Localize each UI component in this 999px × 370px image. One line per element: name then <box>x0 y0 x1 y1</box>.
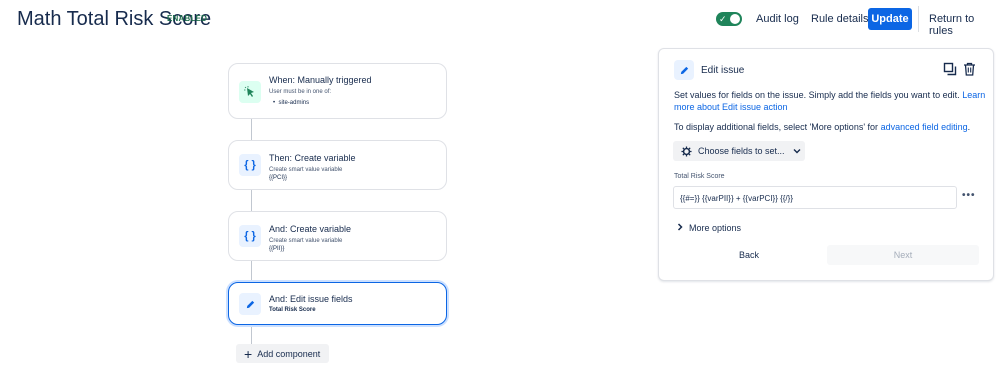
braces-icon: { } <box>239 225 261 247</box>
hint-text: To display additional fields, select 'Mo… <box>674 122 879 132</box>
check-icon: ✓ <box>719 14 727 24</box>
create-variable-node[interactable]: { } And: Create variable Create smart va… <box>228 211 447 261</box>
chevron-down-icon <box>793 148 801 154</box>
pencil-icon <box>239 293 261 315</box>
create-variable-node[interactable]: { } Then: Create variable Create smart v… <box>228 140 447 190</box>
node-value: {{PII}} <box>269 246 285 252</box>
return-to-rules-link[interactable]: Return to rules <box>929 13 999 37</box>
next-button[interactable]: Next <box>827 245 979 265</box>
field-label: Total Risk Score <box>674 173 725 180</box>
flow-connector <box>251 261 252 282</box>
rule-enabled-toggle[interactable]: ✓ <box>716 12 742 26</box>
panel-title: Edit issue <box>701 65 745 76</box>
audit-log-link[interactable]: Audit log <box>756 13 799 25</box>
node-title: And: Create variable <box>269 224 352 234</box>
header-divider <box>918 6 919 32</box>
trigger-node[interactable]: When: Manually triggered User must be in… <box>228 63 447 119</box>
edit-issue-node[interactable]: And: Edit issue fields Total Risk Score <box>228 282 447 325</box>
choose-fields-label: Choose fields to set... <box>698 146 785 156</box>
more-options-label: More options <box>689 223 742 233</box>
node-subtitle: Create smart value variable <box>269 238 343 244</box>
flow-connector <box>251 119 252 140</box>
node-subtitle: User must be in one of: <box>269 89 332 95</box>
node-subtitle: Create smart value variable <box>269 167 343 173</box>
node-title: When: Manually triggered <box>269 75 372 85</box>
advanced-field-editing-link[interactable]: advanced field editing <box>881 122 968 132</box>
node-bullet: • site-admins <box>273 100 310 106</box>
back-button[interactable]: Back <box>673 245 825 265</box>
more-actions-icon[interactable]: ••• <box>962 190 976 201</box>
pencil-icon <box>674 60 694 80</box>
flow-connector <box>251 190 252 211</box>
flow-connector <box>251 325 252 344</box>
panel-hint: To display additional fields, select 'Mo… <box>674 121 986 133</box>
total-risk-score-input[interactable]: {{#=}} {{varPII}} + {{varPCI}} {{/}} <box>673 186 957 209</box>
cursor-click-icon <box>239 81 261 103</box>
plus-icon: + <box>244 345 253 362</box>
edit-issue-panel: Edit issue Set values for fields on the … <box>658 48 994 281</box>
more-options-toggle[interactable]: More options <box>677 223 741 233</box>
rule-details-link[interactable]: Rule details <box>811 13 868 25</box>
node-bullet-text: site-admins <box>278 100 310 106</box>
duplicate-icon[interactable] <box>942 61 958 77</box>
choose-fields-button[interactable]: Choose fields to set... <box>673 141 805 161</box>
add-component-button[interactable]: + Add component <box>236 344 329 363</box>
toggle-knob <box>730 14 740 24</box>
trash-icon[interactable] <box>961 61 977 77</box>
node-value: {{PCI}} <box>269 175 288 181</box>
node-title: Then: Create variable <box>269 153 356 163</box>
gear-icon <box>681 145 692 157</box>
add-component-label: Add component <box>257 348 321 359</box>
node-value: Total Risk Score <box>269 307 316 313</box>
braces-icon: { } <box>239 154 261 176</box>
node-title: And: Edit issue fields <box>269 294 353 304</box>
status-badge: ENABLED <box>167 14 208 23</box>
update-button[interactable]: Update <box>868 8 912 30</box>
hint-suffix: . <box>967 122 971 132</box>
chevron-right-icon <box>677 223 683 233</box>
panel-description: Set values for fields on the issue. Simp… <box>674 89 986 113</box>
description-text: Set values for fields on the issue. Simp… <box>674 90 960 100</box>
